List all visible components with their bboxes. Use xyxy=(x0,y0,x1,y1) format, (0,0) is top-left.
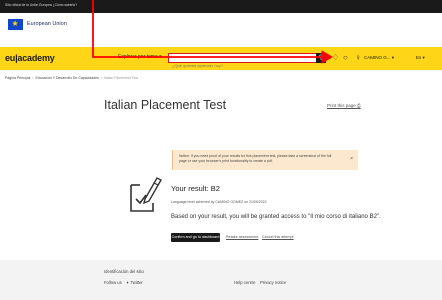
search-box: ⚲ xyxy=(168,53,326,70)
search-button[interactable]: ⚲ xyxy=(316,53,326,63)
explore-by-topic-menu[interactable]: Explorar por tema ▾ xyxy=(118,54,162,60)
breadcrumb-home[interactable]: Página Principal xyxy=(5,76,30,80)
page-title: Italian Placement Test xyxy=(104,98,227,112)
footer: Identificación del sitio Follow us ✦ Twi… xyxy=(0,260,442,300)
cancel-attempt-link[interactable]: Cancel this attempt xyxy=(262,235,294,239)
search-icon: ⚲ xyxy=(318,55,324,61)
bell-icon[interactable]: ♢ xyxy=(332,53,339,63)
main-navigation: eu|academy Explorar por tema ▾ ⚲ ♢ ○ ♀ C… xyxy=(0,47,442,70)
course-access-text: Based on your result, you will be grante… xyxy=(171,214,381,220)
breadcrumb-current: Italian Placement Test xyxy=(103,76,139,80)
breadcrumb-education[interactable]: Educación Y Desarrollo De Capacidades xyxy=(35,76,98,80)
official-site-text[interactable]: Sitio oficial de la Unión Europea ¿Cómo … xyxy=(5,3,77,7)
print-page-link[interactable]: Print this page ⎙ xyxy=(327,103,361,108)
notice-banner: Notice: If you need proof of your result… xyxy=(172,150,358,170)
eu-flag-icon[interactable] xyxy=(8,18,23,30)
level-achieved-text: Language level achieved by CAMINO GOMEZ … xyxy=(171,200,267,204)
eu-academy-logo[interactable]: eu|academy xyxy=(5,53,55,63)
confirm-dashboard-button[interactable]: Confirm and go to dashboard xyxy=(171,233,220,242)
chat-icon[interactable]: ○ xyxy=(343,53,348,63)
follow-us: Follow us ✦ Twitter xyxy=(104,280,143,285)
user-icon[interactable]: ♀ xyxy=(355,53,361,63)
eu-header xyxy=(0,13,442,47)
language-selector[interactable]: Es ▾ xyxy=(416,55,425,61)
search-input[interactable] xyxy=(169,61,321,70)
notice-text: Notice: If you need proof of your result… xyxy=(179,154,332,163)
close-notice-button[interactable]: × xyxy=(350,156,353,162)
official-site-bar: Sitio oficial de la Unión Europea ¿Cómo … xyxy=(0,0,442,13)
result-title: Your result: B2 xyxy=(171,184,220,193)
user-menu[interactable]: CAMINO G... ▾ xyxy=(364,55,394,61)
twitter-link[interactable]: Twitter xyxy=(130,280,142,285)
follow-us-label: Follow us xyxy=(104,280,122,285)
certificate-icon xyxy=(130,177,162,212)
site-identification-label: Identificación del sitio xyxy=(104,269,144,274)
retake-assessment-link[interactable]: Retake assessment xyxy=(226,235,258,239)
twitter-icon[interactable]: ✦ xyxy=(126,280,130,285)
privacy-notice-link[interactable]: Privacy notice xyxy=(260,280,286,285)
help-centre-link[interactable]: Help centre xyxy=(234,280,255,285)
breadcrumb: Página Principal › Educación Y Desarrollo … xyxy=(5,76,139,80)
